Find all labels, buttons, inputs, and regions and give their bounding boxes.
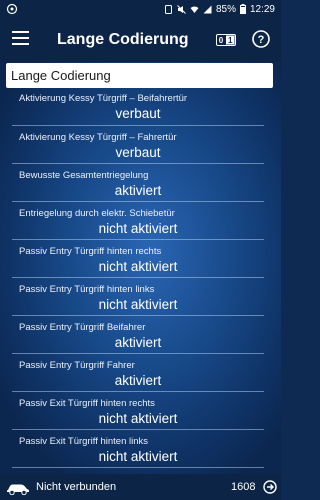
svg-text:1: 1 <box>228 36 233 45</box>
sim-icon <box>164 4 172 14</box>
item-label: Aktivierung Kessy Türgriff – Fahrertür <box>19 132 177 143</box>
item-label: Aktivierung Kessy Türgriff – Beifahrertü… <box>19 93 188 104</box>
list-item[interactable]: Aktivierung Kessy Türgriff – Beifahrertü… <box>12 88 264 126</box>
list-item[interactable]: Passiv Entry Türgriff Beifahrer aktivier… <box>12 316 264 354</box>
list-item[interactable]: Aktivierung Kessy Türgriff – Fahrertür v… <box>12 126 264 164</box>
status-bar-right: 85% 12:29 <box>164 3 275 15</box>
item-value: nicht aktiviert <box>98 449 178 464</box>
status-bar: 85% 12:29 <box>0 0 281 18</box>
item-label: Passiv Entry Türgriff hinten rechts <box>19 246 162 257</box>
menu-icon[interactable] <box>12 31 30 47</box>
page-title: Lange Codierung <box>57 31 189 48</box>
item-label: Passiv Exit Türgriff hinten links <box>19 436 149 447</box>
mute-icon <box>177 4 186 14</box>
item-label: Passiv Entry Türgriff hinten links <box>19 284 155 295</box>
help-icon[interactable]: ? <box>252 30 270 48</box>
list-item[interactable]: Passiv Entry Türgriff hinten rechts nich… <box>12 240 264 278</box>
coding-list[interactable]: Aktivierung Kessy Türgriff – Beifahrertü… <box>12 88 264 472</box>
item-value: nicht aktiviert <box>98 411 178 426</box>
list-item[interactable]: Entriegelung durch elektr. Schiebetür ni… <box>12 202 264 240</box>
clock: 12:29 <box>249 3 275 15</box>
item-label: Passiv Entry Türgriff Beifahrer <box>19 322 146 333</box>
item-value: aktiviert <box>114 373 162 388</box>
svg-text:?: ? <box>258 34 265 46</box>
item-label: Entriegelung durch elektr. Schiebetür <box>19 208 175 219</box>
signal-icon <box>203 5 212 13</box>
item-value: nicht aktiviert <box>98 221 178 236</box>
wifi-icon <box>190 6 199 13</box>
item-value: verbaut <box>115 145 161 160</box>
connection-status: Nicht verbunden <box>36 481 117 493</box>
list-item[interactable]: Passiv Entry Türgriff Fahrer aktiviert <box>12 354 264 392</box>
list-item[interactable]: Passiv Exit Türgriff hinten rechts nicht… <box>12 392 264 430</box>
notification-icon <box>6 3 18 15</box>
app-screen: 85% 12:29 Lange Codierung 0 1 ? Lange Co… <box>0 0 281 500</box>
item-value: aktiviert <box>114 183 162 198</box>
bottom-status-bar: Nicht verbunden 1608 <box>0 474 281 500</box>
app-toolbar: Lange Codierung 0 1 ? <box>0 18 281 62</box>
item-value: verbaut <box>115 106 161 121</box>
item-value: aktiviert <box>114 335 162 350</box>
item-label: Passiv Entry Türgriff Fahrer <box>19 360 135 371</box>
item-label: Bewusste Gesamtentriegelung <box>19 170 149 181</box>
battery-icon <box>239 4 246 14</box>
list-item[interactable]: Passiv Entry Türgriff hinten links nicht… <box>12 278 264 316</box>
list-item[interactable]: Bewusste Gesamtentriegelung aktiviert <box>12 164 264 202</box>
item-label: Passiv Exit Türgriff hinten rechts <box>19 398 155 409</box>
list-item[interactable]: Passiv Exit Türgriff hinten links nicht … <box>12 430 264 468</box>
binary-toggle-icon[interactable]: 0 1 <box>216 34 236 46</box>
item-value: nicht aktiviert <box>98 297 178 312</box>
section-header: Lange Codierung <box>6 63 273 88</box>
svg-text:0: 0 <box>219 36 224 45</box>
car-icon <box>7 484 29 495</box>
exit-icon[interactable] <box>263 480 277 494</box>
item-value: nicht aktiviert <box>98 259 178 274</box>
counter-value: 1608 <box>231 481 256 493</box>
battery-percentage: 85% <box>215 3 236 15</box>
